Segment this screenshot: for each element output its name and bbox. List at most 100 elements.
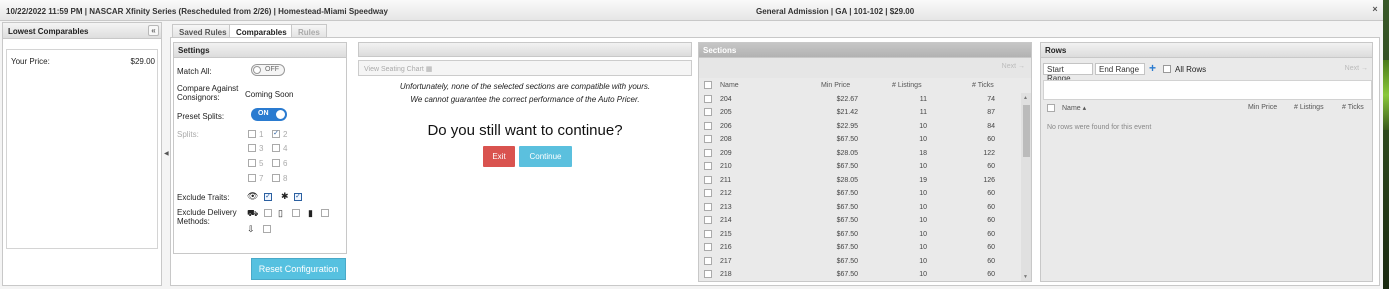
row-checkbox[interactable] <box>704 202 712 211</box>
table-row[interactable]: 217 $67.50 10 60 <box>699 255 1021 269</box>
pdf-icon: ▯ <box>278 208 283 218</box>
exclude-physical-checkbox[interactable] <box>264 209 272 217</box>
row-checkbox[interactable] <box>704 175 712 184</box>
table-row[interactable]: 206 $22.95 10 84 <box>699 120 1021 134</box>
exclude-pdf-checkbox[interactable] <box>292 209 300 217</box>
your-price-row: Your Price: $29.00 <box>11 57 155 66</box>
split-checkbox-1[interactable] <box>248 130 256 138</box>
select-all-sections-checkbox[interactable] <box>704 81 712 89</box>
table-row[interactable]: 218 $67.50 10 60 <box>699 268 1021 282</box>
col-ticks[interactable]: # Ticks <box>972 82 994 89</box>
rows-col-name[interactable]: Name ▴ <box>1062 104 1086 112</box>
rows-col-min-price[interactable]: Min Price <box>1248 104 1277 111</box>
row-checkbox[interactable] <box>704 189 712 197</box>
rows-next-link[interactable]: Next → <box>1345 65 1368 72</box>
select-all-rows-checkbox[interactable] <box>1047 104 1055 112</box>
tab-rules[interactable]: Rules <box>291 24 327 38</box>
tab-comparables[interactable]: Comparables <box>229 24 294 38</box>
all-rows-label: All Rows <box>1175 65 1207 74</box>
table-row[interactable]: 205 $21.42 11 87 <box>699 106 1021 120</box>
section-listings: 10 <box>919 122 927 130</box>
scroll-down-icon[interactable]: ▼ <box>1023 274 1028 280</box>
compare-against-label: Compare Against Consignors: <box>177 84 239 102</box>
preset-splits-label: Preset Splits: <box>177 112 225 121</box>
row-checkbox[interactable] <box>704 94 712 103</box>
section-min-price: $67.50 <box>836 203 858 211</box>
col-name[interactable]: Name <box>720 82 739 89</box>
view-seating-chart-button[interactable]: View Seating Chart ▦ <box>364 65 432 73</box>
split-checkbox-7[interactable] <box>248 174 256 182</box>
section-listings: 10 <box>919 230 927 238</box>
section-ticks: 60 <box>987 244 995 251</box>
table-row[interactable]: 211 $28.05 19 126 <box>699 174 1021 188</box>
match-all-toggle[interactable]: OFF <box>251 64 285 76</box>
mobile-icon: ▮ <box>308 208 313 218</box>
table-row[interactable]: 204 $22.67 11 74 <box>699 93 1021 107</box>
preset-splits-toggle[interactable]: ON <box>251 108 287 121</box>
row-checkbox[interactable] <box>704 216 712 224</box>
row-checkbox[interactable] <box>704 162 712 170</box>
panel-splitter[interactable]: ◀ <box>162 22 170 286</box>
row-checkbox[interactable] <box>704 243 712 251</box>
split-checkbox-2[interactable] <box>272 130 280 138</box>
table-row[interactable]: 212 $67.50 10 60 <box>699 187 1021 201</box>
add-range-icon[interactable]: + <box>1149 61 1156 75</box>
view-seating-chart-label: View Seating Chart <box>364 66 424 73</box>
section-min-price: $28.05 <box>836 176 858 184</box>
start-range-input[interactable]: Start Range <box>1043 63 1093 83</box>
row-checkbox[interactable] <box>704 148 712 157</box>
row-checkbox[interactable] <box>704 121 712 130</box>
table-row[interactable]: 216 $67.50 10 60 <box>699 241 1021 255</box>
row-checkbox[interactable] <box>704 270 712 278</box>
end-range-input[interactable]: End Range <box>1095 63 1145 75</box>
row-checkbox[interactable] <box>704 229 712 238</box>
scroll-up-icon[interactable]: ▲ <box>1023 95 1028 101</box>
col-listings[interactable]: # Listings <box>892 82 922 89</box>
sections-next-link[interactable]: Next → <box>1002 63 1025 70</box>
split-checkbox-3[interactable] <box>248 144 256 152</box>
section-min-price: $67.50 <box>836 271 858 278</box>
section-min-price: $22.95 <box>836 122 858 130</box>
section-name: 214 <box>720 217 732 224</box>
split-checkbox-6[interactable] <box>272 159 280 167</box>
table-row[interactable]: 214 $67.50 10 60 <box>699 214 1021 228</box>
exclude-child-checkbox[interactable] <box>294 193 302 201</box>
split-label-2: 2 <box>283 130 288 139</box>
scrollbar-thumb[interactable] <box>1023 105 1030 157</box>
tab-saved-rules[interactable]: Saved Rules <box>172 24 234 38</box>
rows-col-listings[interactable]: # Listings <box>1294 104 1324 111</box>
table-row[interactable]: 210 $67.50 10 60 <box>699 160 1021 174</box>
exclude-download-checkbox[interactable] <box>263 225 271 233</box>
splitter-arrow-icon[interactable]: ◀ <box>164 150 169 157</box>
table-row[interactable]: 213 $67.50 10 60 <box>699 201 1021 215</box>
reset-configuration-button[interactable]: Reset Configuration <box>251 258 346 280</box>
ticket-summary: General Admission | GA | 101-102 | $29.0… <box>756 7 915 16</box>
col-min-price[interactable]: Min Price <box>821 82 850 89</box>
row-checkbox[interactable] <box>704 135 712 143</box>
split-checkbox-8[interactable] <box>272 174 280 182</box>
continue-button[interactable]: Continue <box>519 146 572 167</box>
close-icon[interactable]: × <box>1369 4 1381 16</box>
table-row[interactable]: 215 $67.50 10 60 <box>699 228 1021 242</box>
sections-scrollbar[interactable]: ▲ ▼ <box>1021 93 1031 281</box>
row-checkbox[interactable] <box>704 108 712 116</box>
row-checkbox[interactable] <box>704 256 712 265</box>
lowest-comparables-panel: Lowest Comparables « Your Price: $29.00 <box>2 22 162 286</box>
all-rows-checkbox[interactable] <box>1163 65 1171 73</box>
split-checkbox-4[interactable] <box>272 144 280 152</box>
split-checkbox-5[interactable] <box>248 159 256 167</box>
exit-button[interactable]: Exit <box>483 146 515 167</box>
collapse-panel-icon[interactable]: « <box>148 25 159 36</box>
rows-col-ticks[interactable]: # Ticks <box>1342 104 1364 111</box>
table-row[interactable]: 208 $67.50 10 60 <box>699 133 1021 147</box>
section-name: 209 <box>720 149 732 157</box>
rows-empty-message: No rows were found for this event <box>1047 124 1152 131</box>
exclude-obstructed-checkbox[interactable] <box>264 193 272 201</box>
section-min-price: $21.42 <box>836 109 858 116</box>
exclude-mobile-checkbox[interactable] <box>321 209 329 217</box>
splits-label: Splits: <box>177 130 199 139</box>
split-label-7: 7 <box>259 174 264 183</box>
section-name: 210 <box>720 163 732 170</box>
table-row[interactable]: 209 $28.05 18 122 <box>699 147 1021 161</box>
section-min-price: $67.50 <box>836 217 858 224</box>
